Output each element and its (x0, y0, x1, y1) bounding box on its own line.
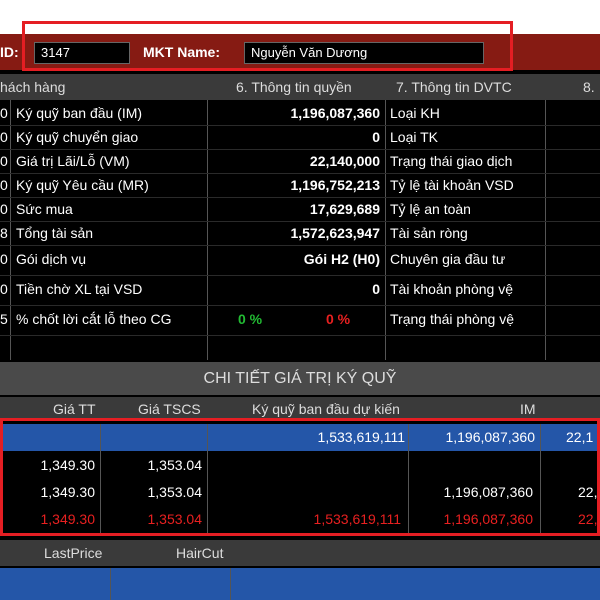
tab-customer[interactable]: hách hàng (0, 79, 65, 95)
cell-gia-tscs: 1,353.04 (147, 511, 203, 527)
id-field[interactable]: 3147 (34, 42, 130, 64)
info-row-vm: 0 Giá trị Lãi/Lỗ (VM) 22,140,000 Trạng t… (0, 149, 600, 174)
row-value: 1,196,087,360 (290, 105, 380, 121)
row-prefix: 0 (0, 105, 8, 121)
row-label: Gói dịch vụ (16, 251, 87, 267)
row-right-label: Trạng thái phòng vệ (390, 311, 515, 327)
cell-ky-quy (205, 452, 401, 479)
bottom-selected-row[interactable] (0, 568, 600, 600)
detail-column-header: Giá TT Giá TSCS Ký quỹ ban đầu dự kiến I… (0, 397, 600, 421)
cell-gia-tscs: 1,353.04 (147, 484, 203, 500)
take-profit-value: 0 % (238, 311, 263, 327)
row-value: 1,196,752,213 (290, 177, 380, 193)
row-label: % chốt lời cắt lỗ theo CG (16, 311, 172, 327)
row-value: 0 (372, 281, 380, 297)
info-row-total-assets: 8 Tổng tài sản 1,572,623,947 Tài sản ròn… (0, 221, 600, 246)
margin-detail-title: CHI TIẾT GIÁ TRỊ KÝ QUỸ (0, 362, 600, 395)
cell-gia-tscs (100, 424, 205, 451)
cell-ky-quy: 1,533,619,111 (317, 429, 405, 445)
id-label: ID: (0, 44, 19, 60)
col-last-price[interactable]: LastPrice (44, 545, 102, 561)
cell-im: 1,196,087,360 (443, 511, 533, 527)
row-label: Tiền chờ XL tại VSD (16, 281, 143, 297)
row-prefix: 8 (0, 225, 8, 241)
detail-divider (100, 424, 101, 534)
info-row-service-package: 0 Gói dịch vụ Gói H2 (H0) Chuyên gia đầu… (0, 245, 600, 276)
col-haircut[interactable]: HairCut (176, 545, 223, 561)
bottom-divider (110, 568, 111, 600)
stop-loss-value: 0 % (326, 311, 351, 327)
cell-gia-tt: 1,349.30 (40, 484, 96, 500)
bottom-divider (230, 568, 231, 600)
cell-extra: 22, (578, 484, 598, 500)
tab-row: hách hàng 6. Thông tin quyền 7. Thông ti… (0, 74, 600, 100)
cell-gia-tt: 1,349.30 (40, 457, 96, 473)
row-label: Giá trị Lãi/Lỗ (VM) (16, 153, 130, 169)
tab-rights-info[interactable]: 6. Thông tin quyền (236, 79, 352, 95)
detail-row-total[interactable]: 1,349.30 1,353.04 1,533,619,111 1,196,08… (0, 506, 600, 533)
col-gia-tscs[interactable]: Giá TSCS (138, 401, 201, 417)
info-row-take-profit: 5 % chốt lời cắt lỗ theo CG 0 % 0 % Trạn… (0, 305, 600, 336)
detail-row-summary[interactable]: 1,533,619,111 1,196,087,360 22,1 (0, 424, 600, 451)
row-prefix: 0 (0, 201, 8, 217)
row-value: 1,572,623,947 (290, 225, 380, 241)
detail-row[interactable]: 1,349.30 1,353.04 1,196,087,360 22, (0, 479, 600, 506)
info-row-pending-vsd: 0 Tiền chờ XL tại VSD 0 Tài khoản phòng … (0, 275, 600, 306)
detail-divider (540, 424, 541, 534)
row-label: Ký quỹ chuyển giao (16, 129, 139, 145)
cell-gia-tt: 1,349.30 (40, 511, 96, 527)
row-label: Tổng tài sản (16, 225, 94, 241)
row-prefix: 0 (0, 129, 8, 145)
cell-extra: 22, (578, 511, 598, 527)
info-row-transfer: 0 Ký quỹ chuyển giao 0 Loại TK (0, 125, 600, 150)
cell-im: 1,196,087,360 (445, 429, 535, 445)
row-value: 0 (372, 129, 380, 145)
row-prefix: 0 (0, 251, 8, 267)
detail-divider (408, 424, 409, 534)
info-row-im: 0 Ký quỹ ban đầu (IM) 1,196,087,360 Loại… (0, 101, 600, 126)
row-prefix: 0 (0, 281, 8, 297)
row-right-label: Trạng thái giao dịch (390, 153, 513, 169)
cell-ky-quy (205, 479, 401, 506)
row-label: Sức mua (16, 201, 73, 217)
cell-im (405, 452, 533, 479)
row-value: 17,629,689 (309, 201, 380, 217)
tab-8[interactable]: 8. (583, 79, 595, 95)
row-right-label: Tài khoản phòng vệ (390, 281, 513, 297)
col-im[interactable]: IM (520, 401, 536, 417)
cell-ky-quy: 1,533,619,111 (313, 511, 401, 527)
row-label: Ký quỹ Yêu cầu (MR) (16, 177, 149, 193)
row-right-label: Chuyên gia đầu tư (390, 251, 506, 267)
detail-row[interactable]: 1,349.30 1,353.04 (0, 452, 600, 479)
mkt-name-label: MKT Name: (143, 44, 221, 60)
info-row-buying-power: 0 Sức mua 17,629,689 Tỷ lệ an toàn (0, 197, 600, 222)
cell-im: 1,196,087,360 (443, 484, 533, 500)
row-label: Ký quỹ ban đầu (IM) (16, 105, 143, 121)
tab-dvtc-info[interactable]: 7. Thông tin DVTC (396, 79, 512, 95)
row-right-label: Loại KH (390, 105, 440, 121)
cell-gia-tscs: 1,353.04 (147, 457, 203, 473)
row-right-label: Tỷ lệ tài khoản VSD (390, 177, 514, 193)
row-value: Gói H2 (H0) (303, 251, 380, 267)
bottom-column-header: LastPrice HairCut (0, 540, 600, 566)
account-id-bar: ID: 3147 MKT Name: Nguyễn Văn Dương (0, 34, 600, 70)
mkt-name-field[interactable]: Nguyễn Văn Dương (244, 42, 484, 64)
cell-extra (548, 452, 600, 479)
detail-divider (207, 424, 208, 534)
row-prefix: 0 (0, 153, 8, 169)
cell-gia-tt (0, 424, 100, 451)
row-prefix: 0 (0, 177, 8, 193)
info-row-mr: 0 Ký quỹ Yêu cầu (MR) 1,196,752,213 Tỷ l… (0, 173, 600, 198)
col-gia-tt[interactable]: Giá TT (53, 401, 96, 417)
col-ky-quy-du-kien[interactable]: Ký quỹ ban đầu dự kiến (252, 401, 400, 417)
row-right-label: Tỷ lệ an toàn (390, 201, 471, 217)
row-value: 22,140,000 (309, 153, 380, 169)
row-prefix: 5 (0, 311, 8, 327)
cell-extra: 22,1 (566, 429, 594, 445)
row-right-label: Loại TK (390, 129, 438, 145)
row-right-label: Tài sản ròng (390, 225, 468, 241)
top-white-bar (0, 0, 600, 34)
